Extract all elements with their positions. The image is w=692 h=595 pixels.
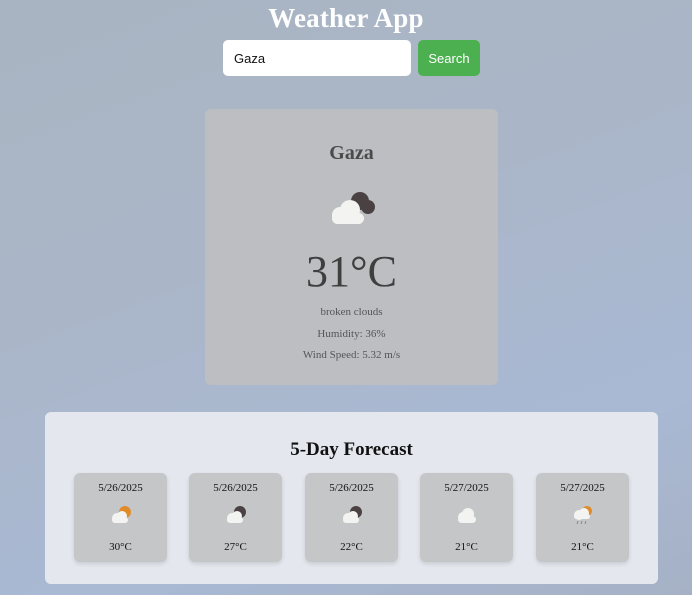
current-weather-card: Gaza 31°C broken clouds Humidity: 36% Wi…	[205, 109, 498, 385]
few-clouds-day-icon	[112, 506, 131, 523]
humidity-readout: Humidity: 36%	[317, 328, 386, 340]
forecast-date: 5/26/2025	[329, 482, 374, 494]
search-bar: Search	[223, 40, 480, 76]
forecast-day-card: 5/26/2025 27°C	[189, 473, 282, 562]
weather-description: broken clouds	[320, 306, 383, 318]
current-temperature: 31°C	[306, 247, 397, 296]
city-name: Gaza	[329, 142, 374, 164]
forecast-date: 5/27/2025	[444, 482, 489, 494]
forecast-day-card: 5/26/2025 22°C	[305, 473, 398, 562]
broken-clouds-icon	[332, 192, 375, 224]
forecast-temperature: 27°C	[224, 541, 247, 553]
forecast-date: 5/26/2025	[213, 482, 258, 494]
forecast-temperature: 21°C	[455, 541, 478, 553]
clouds-icon	[458, 508, 476, 523]
forecast-temperature: 30°C	[109, 541, 132, 553]
forecast-temperature: 22°C	[340, 541, 363, 553]
forecast-date: 5/27/2025	[560, 482, 605, 494]
search-button[interactable]: Search	[418, 40, 480, 76]
wind-speed-readout: Wind Speed: 5.32 m/s	[302, 349, 401, 361]
light-rain-day-icon	[574, 506, 592, 525]
forecast-day-card: 5/27/2025 21°C	[536, 473, 629, 562]
forecast-panel: 5-Day Forecast 5/26/2025 30°C 5/26/2025 …	[45, 412, 658, 584]
forecast-date: 5/26/2025	[98, 482, 143, 494]
forecast-day-card: 5/26/2025 30°C	[74, 473, 167, 562]
city-search-input[interactable]	[223, 40, 411, 76]
forecast-day-card: 5/27/2025 21°C	[420, 473, 513, 562]
few-clouds-night-icon	[227, 506, 246, 523]
app-title: Weather App	[268, 3, 424, 33]
few-clouds-night-icon	[343, 506, 362, 523]
forecast-temperature: 21°C	[571, 541, 594, 553]
forecast-title: 5-Day Forecast	[290, 439, 413, 460]
